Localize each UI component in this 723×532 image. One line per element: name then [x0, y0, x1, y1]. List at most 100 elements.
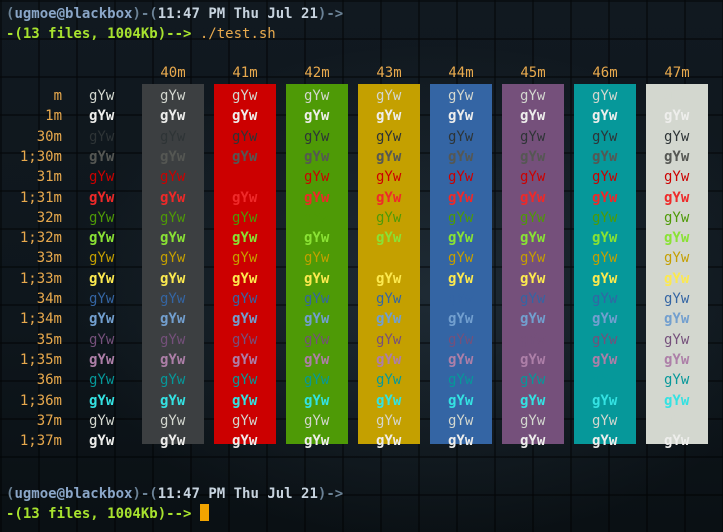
sample-32m-40m: gYw: [160, 208, 185, 228]
sample-text: gYw: [232, 311, 258, 328]
sample-text: gYw: [592, 230, 618, 247]
column-header-42m: 42m: [304, 65, 330, 81]
sample-text: gYw: [232, 331, 258, 348]
sample-text: gYw: [376, 230, 402, 247]
sample-text: gYw: [520, 88, 546, 104]
column-header-47m: 47m: [664, 65, 690, 81]
sample-35m-44m: gYw: [448, 330, 473, 350]
sample-text: gYw: [592, 412, 618, 429]
sample-1-30m-47m: gYw: [664, 147, 689, 167]
sample-text: gYw: [520, 392, 546, 409]
sample-1-34m-44m: gYw: [448, 309, 473, 329]
sample-text: gYw: [160, 412, 186, 429]
row-label-36m: 36m: [36, 372, 62, 389]
sample-36m-41m: gYw: [232, 370, 257, 390]
sample-1-33m-46m: gYw: [592, 269, 617, 289]
sample-1-36m-44m: gYw: [448, 391, 473, 411]
sample-1-33m-45m: gYw: [520, 269, 545, 289]
sample-m-default: gYw: [89, 86, 114, 106]
info-arrow: )-->: [157, 506, 200, 522]
sample-text: gYw: [448, 433, 474, 450]
row-label-1-32m: 1;32m: [19, 230, 62, 247]
sample-text: gYw: [232, 270, 258, 287]
row-label-35m: 35m: [36, 331, 62, 348]
prompt-end: )->: [317, 6, 344, 22]
sample-text: gYw: [160, 351, 186, 368]
sample-1-35m-44m: gYw: [448, 350, 473, 370]
sample-36m-46m: gYw: [592, 370, 617, 390]
sample-1m-43m: gYw: [376, 106, 401, 126]
sample-text: gYw: [448, 412, 474, 429]
prompt-line-top: (ugmoe@blackbox)-(11:47 PM Thu Jul 21)->: [6, 4, 343, 24]
row-label-37m: 37m: [36, 412, 62, 429]
column-header-40m: 40m: [160, 65, 186, 81]
sample-31m-44m: gYw: [448, 167, 473, 187]
sample-32m-44m: gYw: [448, 208, 473, 228]
info-line-bottom[interactable]: -(13 files, 1004Kb)-->: [6, 504, 209, 524]
row-label-1-34m: 1;34m: [19, 311, 62, 328]
sample-37m-40m: gYw: [160, 411, 185, 431]
sample-31m-45m: gYw: [520, 167, 545, 187]
sample-text: gYw: [89, 372, 115, 389]
sample-33m-41m: gYw: [232, 248, 257, 268]
sample-text: gYw: [304, 331, 330, 348]
sample-37m-42m: gYw: [304, 411, 329, 431]
sample-text: gYw: [304, 351, 330, 368]
sample-text: gYw: [664, 128, 690, 145]
sample-text: gYw: [592, 169, 618, 186]
sample-text: gYw: [664, 412, 690, 429]
sample-text: gYw: [520, 351, 546, 368]
sample-text: gYw: [160, 88, 186, 104]
sample-1-30m-default: gYw: [89, 147, 114, 167]
sample-33m-46m: gYw: [592, 248, 617, 268]
sample-30m-41m: gYw: [232, 127, 257, 147]
sample-m-44m: gYw: [448, 86, 473, 106]
sample-text: gYw: [160, 270, 186, 287]
sample-1-30m-45m: gYw: [520, 147, 545, 167]
sample-text: gYw: [664, 88, 690, 104]
sample-text: gYw: [232, 169, 258, 186]
sample-1-37m-41m: gYw: [232, 431, 257, 451]
sample-31m-40m: gYw: [160, 167, 185, 187]
row-label-32m: 32m: [36, 209, 62, 226]
sample-text: gYw: [448, 372, 474, 389]
sample-text: gYw: [160, 392, 186, 409]
sample-31m-default: gYw: [89, 167, 114, 187]
row-label-30m: 30m: [36, 128, 62, 145]
sample-text: gYw: [232, 433, 258, 450]
sample-text: gYw: [520, 372, 546, 389]
sample-31m-46m: gYw: [592, 167, 617, 187]
text-cursor: [199, 504, 209, 521]
sample-36m-42m: gYw: [304, 370, 329, 390]
sample-32m-47m: gYw: [664, 208, 689, 228]
sample-text: gYw: [520, 331, 546, 348]
sample-1-31m-43m: gYw: [376, 188, 401, 208]
sample-30m-47m: gYw: [664, 127, 689, 147]
sample-36m-43m: gYw: [376, 370, 401, 390]
sample-text: gYw: [304, 270, 330, 287]
sample-text: gYw: [89, 189, 115, 206]
sample-text: gYw: [592, 108, 618, 125]
sample-34m-46m: gYw: [592, 289, 617, 309]
sample-text: gYw: [89, 108, 115, 125]
sample-text: gYw: [664, 209, 690, 226]
sample-37m-41m: gYw: [232, 411, 257, 431]
sample-text: gYw: [232, 88, 258, 104]
sample-m-41m: gYw: [232, 86, 257, 106]
sample-text: gYw: [376, 169, 402, 186]
column-header-46m: 46m: [592, 65, 618, 81]
sample-1-32m-42m: gYw: [304, 228, 329, 248]
sample-31m-42m: gYw: [304, 167, 329, 187]
sample-text: gYw: [89, 88, 115, 104]
sample-text: gYw: [376, 392, 402, 409]
terminal-window[interactable]: (ugmoe@blackbox)-(11:47 PM Thu Jul 21)->…: [0, 0, 723, 532]
sample-text: gYw: [376, 148, 402, 165]
sample-text: gYw: [232, 291, 258, 307]
sample-text: gYw: [160, 372, 186, 389]
sample-text: gYw: [376, 128, 402, 145]
row-label-m: m: [53, 88, 62, 104]
row-label-1-35m: 1;35m: [19, 351, 62, 368]
sample-text: gYw: [448, 311, 474, 328]
sample-35m-45m: gYw: [520, 330, 545, 350]
sample-30m-44m: gYw: [448, 127, 473, 147]
